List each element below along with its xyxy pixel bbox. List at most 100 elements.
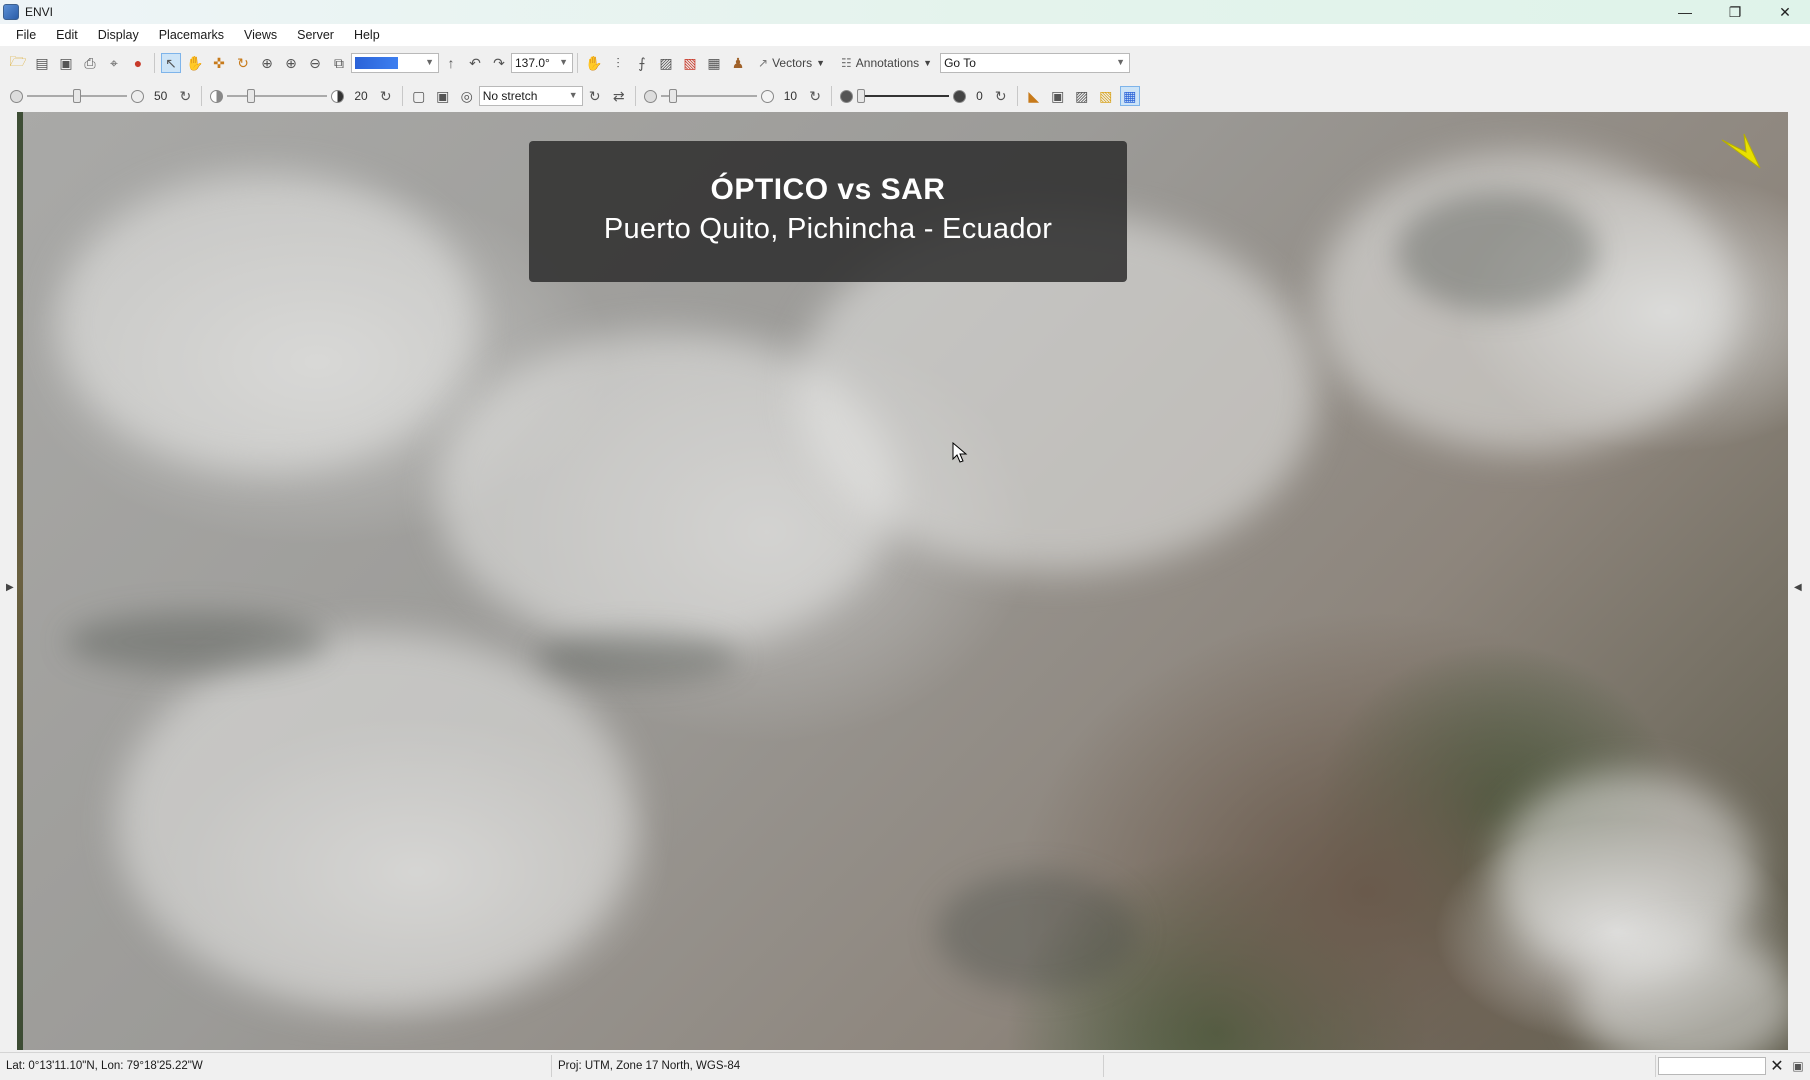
toolbar-separator [401, 86, 403, 106]
left-panel-collapsed[interactable]: ▶ [0, 112, 17, 1050]
select-arrow-icon[interactable]: ↖ [161, 53, 181, 73]
menu-edit[interactable]: Edit [46, 24, 88, 46]
brightness-icon [10, 89, 23, 103]
annotation-icon: ☷ [841, 56, 852, 70]
reset-sharpen-icon[interactable]: ↻ [805, 86, 825, 106]
goto-placeholder: Go To [944, 56, 976, 70]
contrast-max-icon [331, 89, 345, 103]
color-table-dropdown[interactable]: ▼ [351, 53, 439, 73]
vector-icon: ↗ [758, 56, 769, 70]
process-manager-icon[interactable]: ▣ [1788, 1056, 1808, 1076]
chevron-down-icon: ▼ [816, 58, 826, 68]
fly-icon[interactable]: ✜ [209, 53, 229, 73]
reset-contrast-icon[interactable]: ↻ [376, 86, 396, 106]
crosshair-icon[interactable]: ⌖ [104, 53, 124, 73]
status-empty [1104, 1054, 1656, 1077]
contrast-value: 20 [354, 89, 368, 103]
menu-display[interactable]: Display [88, 24, 149, 46]
swipe-icon[interactable]: ▦ [704, 53, 724, 73]
zoom-icon[interactable]: ⊕ [257, 53, 277, 73]
sharpen-slider[interactable] [660, 86, 757, 106]
sharpen-max-icon [760, 89, 774, 103]
reset-stretch-icon[interactable]: ↻ [585, 86, 605, 106]
stretch-value: No stretch [482, 89, 538, 103]
banner-subtitle: Puerto Quito, Pichincha - Ecuador [603, 213, 1053, 245]
crosshairs-icon[interactable]: ✋ [584, 53, 604, 73]
rotate-right-icon[interactable]: ↷ [489, 53, 509, 73]
menu-placemarks[interactable]: Placemarks [149, 24, 234, 46]
view-swipe-icon[interactable]: ▧ [1096, 86, 1116, 106]
menu-file[interactable]: File [6, 24, 46, 46]
rotation-dropdown[interactable]: 137.0° ▼ [511, 53, 573, 73]
stretch-globe-icon[interactable]: ◎ [457, 86, 477, 106]
print-icon[interactable]: ⎙ [80, 53, 100, 73]
reset-brightness-icon[interactable]: ↻ [175, 86, 195, 106]
toolbar-separator [201, 86, 203, 106]
transparency-icon [840, 89, 854, 103]
open-folder-icon[interactable]: 🗁 [8, 53, 28, 73]
status-latlon: Lat: 0°13'11.10"N, Lon: 79°18'25.22"W [0, 1054, 552, 1077]
expand-left-icon[interactable]: ▶ [6, 582, 14, 593]
pan-hand-icon[interactable]: ✋ [185, 53, 205, 73]
rotation-value: 137.0° [515, 56, 550, 70]
data-manager-icon[interactable]: ▤ [32, 53, 52, 73]
view-portal-icon[interactable]: ▦ [1119, 86, 1140, 106]
envi-app-icon [3, 4, 19, 20]
cancel-process-icon[interactable]: ✕ [1767, 1056, 1787, 1076]
reset-transparency-icon[interactable]: ↻ [991, 86, 1011, 106]
rotate-north-icon[interactable]: ↑ [441, 53, 461, 73]
stretch-link-icon[interactable]: ⇄ [609, 86, 629, 106]
contrast-slider[interactable] [227, 86, 328, 106]
stretch-dropdown[interactable]: No stretch ▼ [478, 86, 583, 106]
zoom-in-icon[interactable]: ⊕ [281, 53, 301, 73]
maximize-button[interactable]: ❐ [1710, 0, 1760, 24]
chevron-down-icon: ▼ [923, 58, 933, 68]
placemark-pin-icon[interactable]: ● [128, 53, 148, 73]
annotations-label: Annotations [855, 56, 920, 70]
menu-help[interactable]: Help [344, 24, 390, 46]
zoom-out-icon[interactable]: ⊖ [305, 53, 325, 73]
status-bar: Lat: 0°13'11.10"N, Lon: 79°18'25.22"W Pr… [0, 1052, 1810, 1078]
view-blend-icon[interactable]: ▣ [1048, 86, 1068, 106]
close-button[interactable]: ✕ [1760, 0, 1810, 24]
banner-title: ÓPTICO vs SAR [710, 173, 946, 206]
flicker-icon[interactable]: ♟ [728, 53, 748, 73]
window-controls: — ❐ ✕ [1660, 0, 1810, 24]
mouse-cursor-icon [952, 442, 968, 463]
histogram-icon[interactable]: ◣ [1024, 86, 1044, 106]
measure-icon[interactable]: ⨍ [632, 53, 652, 73]
rotate-icon[interactable]: ↻ [233, 53, 253, 73]
portal-icon[interactable]: ▨ [656, 53, 676, 73]
chip-icon[interactable]: ▧ [680, 53, 700, 73]
toolbar-separator [634, 86, 636, 106]
menu-views[interactable]: Views [234, 24, 287, 46]
image-view[interactable]: ÓPTICO vs SAR Puerto Quito, Pichincha - … [17, 112, 1788, 1050]
menu-server[interactable]: Server [287, 24, 344, 46]
rotate-left-icon[interactable]: ↶ [465, 53, 485, 73]
color-swatch [355, 57, 398, 69]
chevron-down-icon: ▼ [568, 90, 578, 100]
chevron-down-icon: ▼ [1116, 57, 1126, 67]
zoom-fit-icon[interactable]: ⧉ [329, 53, 349, 73]
transparency-value: 0 [976, 89, 983, 103]
right-panel-collapsed[interactable]: ◀ [1788, 112, 1810, 1050]
enhancement-toolbar: 50 ↻ 20 ↻ ▢ ▣ ◎ No stretch ▼ ↻ ⇄ 10 ↻ 0 … [0, 80, 1810, 112]
projection-text: Proj: UTM, Zone 17 North, WGS-84 [558, 1059, 741, 1072]
title-bar: ENVI — ❐ ✕ [0, 0, 1810, 24]
expand-right-icon[interactable]: ◀ [1794, 582, 1802, 593]
export-icon[interactable]: ▣ [56, 53, 76, 73]
stretch-box-icon[interactable]: ▢ [409, 86, 429, 106]
sharpen-value: 10 [783, 89, 798, 103]
transparency-max-icon [953, 89, 967, 103]
transparency-slider[interactable] [857, 86, 950, 106]
brightness-slider[interactable] [27, 86, 127, 106]
goto-input[interactable]: Go To ▼ [940, 53, 1131, 73]
annotations-button[interactable]: ☷ Annotations ▼ [841, 56, 932, 70]
stretch-view-icon[interactable]: ▣ [433, 86, 453, 106]
vectors-button[interactable]: ↗ Vectors ▼ [758, 56, 825, 70]
window-title: ENVI [25, 5, 54, 19]
cursor-value-icon[interactable]: ⫶ [608, 53, 628, 73]
chevron-down-icon: ▼ [425, 57, 434, 67]
view-flicker-icon[interactable]: ▨ [1072, 86, 1092, 106]
minimize-button[interactable]: — [1660, 0, 1710, 24]
